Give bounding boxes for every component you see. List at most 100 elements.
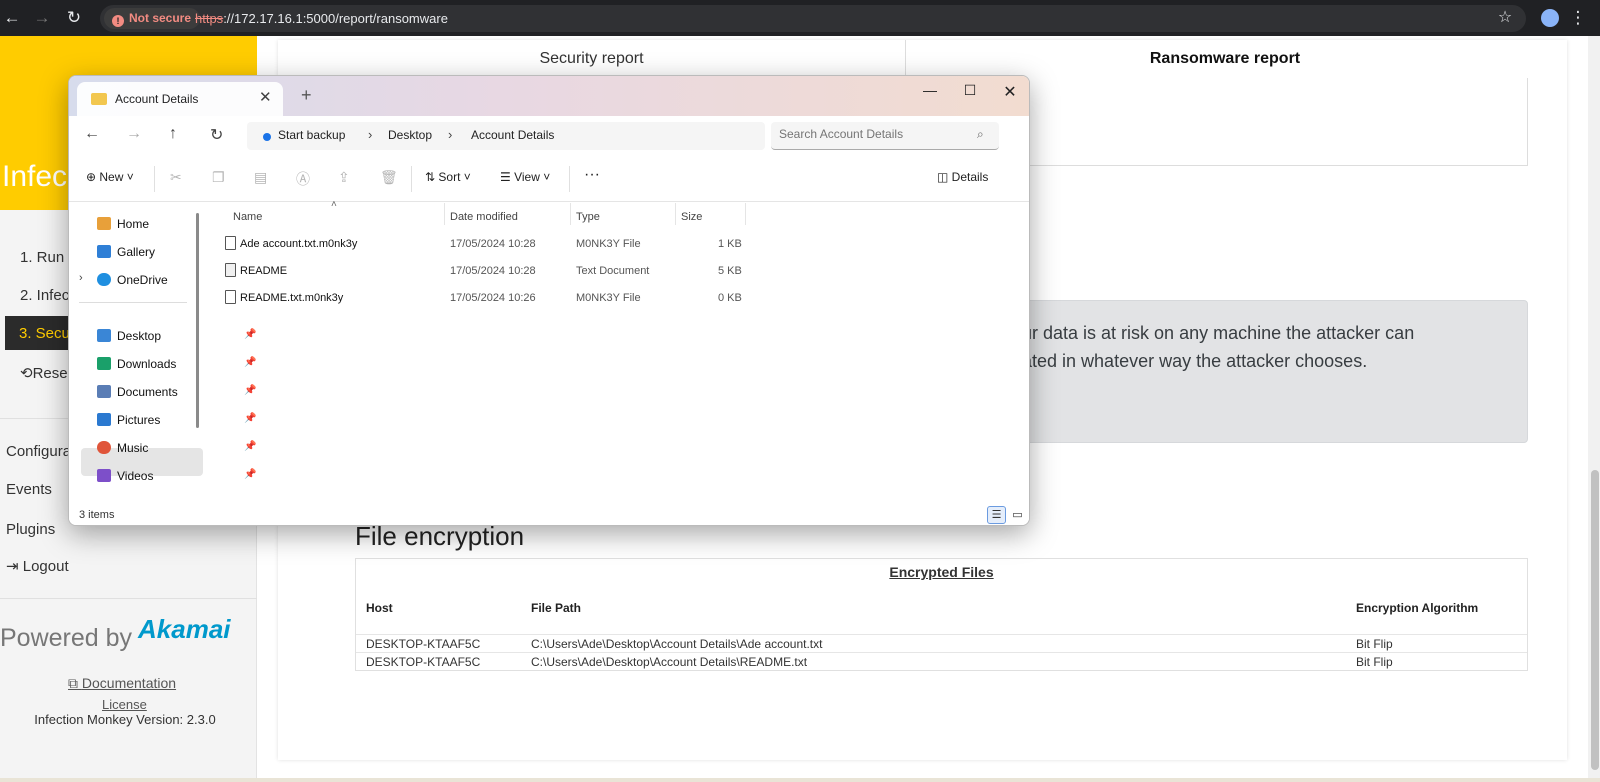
tab-security-report[interactable]: Security report: [278, 40, 906, 78]
file-type: M0NK3Y File: [576, 292, 641, 304]
text-document-icon: [225, 263, 236, 277]
breadcrumb-start-backup[interactable]: Start backup: [278, 128, 345, 142]
column-size[interactable]: Size: [681, 211, 702, 223]
column-type[interactable]: Type: [576, 211, 600, 223]
rename-icon[interactable]: Ⓐ: [296, 169, 310, 189]
browser-toolbar: ← → ↻ ! Not secure https://172.17.16.1:50…: [0, 0, 1600, 36]
command-bar: ⊕ New ˅ ✂ ❐ ▤ Ⓐ ⇪ 🗑 ⇅ Sort ˅ ☰ View ˅ ··…: [69, 156, 1029, 202]
maximize-icon[interactable]: ☐: [955, 82, 985, 99]
file-type: M0NK3Y File: [576, 238, 641, 250]
gallery-icon: [97, 245, 111, 258]
reload-icon[interactable]: ↻: [62, 6, 86, 30]
back-icon[interactable]: ←: [84, 125, 100, 143]
nav-item-home[interactable]: Home: [117, 217, 149, 231]
close-tab-icon[interactable]: ✕: [259, 88, 272, 106]
file-name[interactable]: Ade account.txt.m0nk3y: [240, 238, 357, 250]
up-icon[interactable]: ↑: [169, 125, 177, 143]
chevron-right-icon: ›: [448, 127, 453, 142]
column-date-modified[interactable]: Date modified: [450, 211, 518, 223]
sort-button[interactable]: ⇅ Sort ˅: [425, 170, 471, 184]
logout-link[interactable]: ⇥ Logout: [6, 557, 69, 575]
reset-link[interactable]: ⟲Rese: [20, 364, 68, 382]
alert-text: ur data is at risk on any machine the at…: [1022, 323, 1415, 343]
column-divider[interactable]: [444, 203, 445, 225]
forward-icon[interactable]: →: [30, 6, 54, 30]
profile-icon[interactable]: [1538, 6, 1562, 30]
search-box[interactable]: ⌕: [771, 122, 999, 150]
breadcrumb-desktop[interactable]: Desktop: [388, 128, 432, 142]
explorer-tab[interactable]: Account Details ✕: [77, 82, 283, 116]
menu-icon[interactable]: ⋮: [1566, 6, 1590, 30]
view-button[interactable]: ☰ View ˅: [500, 170, 550, 184]
nav-events[interactable]: Events: [6, 481, 52, 498]
forward-icon[interactable]: →: [126, 125, 142, 143]
nav-item-pictures[interactable]: Pictures: [117, 413, 160, 427]
nav-item-documents[interactable]: Documents: [117, 385, 178, 399]
tab-title: Account Details: [115, 92, 199, 106]
nav-item-gallery[interactable]: Gallery: [117, 245, 155, 259]
home-icon: [97, 217, 111, 230]
scrollbar-thumb[interactable]: [1591, 470, 1599, 770]
external-link-icon: ⧉: [68, 675, 82, 691]
breadcrumb-account-details[interactable]: Account Details: [471, 128, 554, 142]
row-divider: [356, 634, 1527, 635]
new-tab-icon[interactable]: +: [301, 85, 312, 106]
license-link[interactable]: License: [102, 697, 147, 712]
backup-status-icon: [263, 133, 271, 141]
details-icon: ◫: [937, 170, 952, 184]
paste-icon[interactable]: ▤: [254, 169, 267, 186]
sort-icon: ⇅: [425, 170, 439, 184]
delete-icon[interactable]: 🗑: [380, 169, 398, 186]
alert-text: ated in whatever way the attacker choose…: [1022, 351, 1368, 371]
table-cell-path: C:\Users\Ade\Desktop\Account Details\REA…: [531, 655, 808, 669]
nav-item-downloads[interactable]: Downloads: [117, 357, 176, 371]
address-bar[interactable]: ! Not secure https://172.17.16.1:5000/rep…: [100, 5, 1526, 32]
tab-ransomware-report[interactable]: Ransomware report: [906, 40, 1544, 78]
column-header-algorithm: Encryption Algorithm: [1356, 601, 1479, 615]
title-bar[interactable]: Account Details ✕ + — ☐ ✕: [69, 76, 1029, 116]
column-divider[interactable]: [675, 203, 676, 225]
more-options-icon[interactable]: ···: [584, 166, 600, 184]
search-input[interactable]: [779, 127, 969, 141]
powered-by-text: Powered by: [0, 624, 133, 652]
copy-icon[interactable]: ❐: [212, 169, 225, 186]
file-date: 17/05/2024 10:26: [450, 292, 536, 304]
nav-item-desktop[interactable]: Desktop: [117, 329, 161, 343]
nav-item-onedrive[interactable]: OneDrive: [117, 273, 168, 287]
item-count: 3 items: [79, 509, 115, 521]
nav-pane-scrollbar[interactable]: [196, 213, 199, 428]
close-window-icon[interactable]: ✕: [995, 82, 1025, 102]
share-icon[interactable]: ⇪: [338, 169, 350, 186]
nav-plugins[interactable]: Plugins: [6, 521, 55, 538]
chevron-right-icon: ›: [368, 127, 373, 142]
minimize-icon[interactable]: —: [915, 82, 945, 98]
file-name[interactable]: README.txt.m0nk3y: [240, 292, 343, 304]
documentation-link[interactable]: ⧉ Documentation: [68, 675, 176, 692]
details-pane-button[interactable]: ◫ Details: [937, 170, 988, 184]
nav-configuration[interactable]: Configura: [6, 443, 71, 460]
cut-icon[interactable]: ✂: [170, 169, 182, 186]
address-row: ← → ↑ ↻ Start backup › Desktop › Account…: [69, 116, 1029, 156]
column-divider[interactable]: [570, 203, 571, 225]
chevron-right-icon[interactable]: ›: [79, 272, 83, 284]
url-text[interactable]: https://172.17.16.1:5000/report/ransomwa…: [195, 11, 448, 26]
back-icon[interactable]: ←: [0, 6, 24, 30]
details-view-icon[interactable]: ☰: [987, 506, 1006, 524]
refresh-icon[interactable]: ↻: [210, 125, 223, 145]
column-name[interactable]: Name: [233, 211, 262, 223]
videos-icon: [97, 469, 111, 482]
tiles-view-icon[interactable]: ▭: [1008, 506, 1027, 524]
not-secure-badge[interactable]: ! Not secure: [104, 8, 201, 29]
column-divider[interactable]: [745, 203, 746, 225]
status-bar: 3 items ☰ ▭: [69, 503, 1029, 525]
bookmark-star-icon[interactable]: ☆: [1493, 6, 1517, 30]
reset-icon: ⟲: [20, 365, 33, 382]
nav-item-videos[interactable]: Videos: [117, 469, 153, 483]
file-name[interactable]: README: [240, 265, 287, 277]
breadcrumb[interactable]: Start backup › Desktop › Account Details: [247, 122, 765, 150]
nav-item-music[interactable]: Music: [117, 441, 148, 455]
warning-icon: !: [112, 15, 124, 27]
nav-infection-map[interactable]: 2. Infec: [20, 287, 69, 304]
file-size: 5 KB: [718, 265, 742, 277]
new-button[interactable]: ⊕ New ˅: [86, 170, 134, 184]
